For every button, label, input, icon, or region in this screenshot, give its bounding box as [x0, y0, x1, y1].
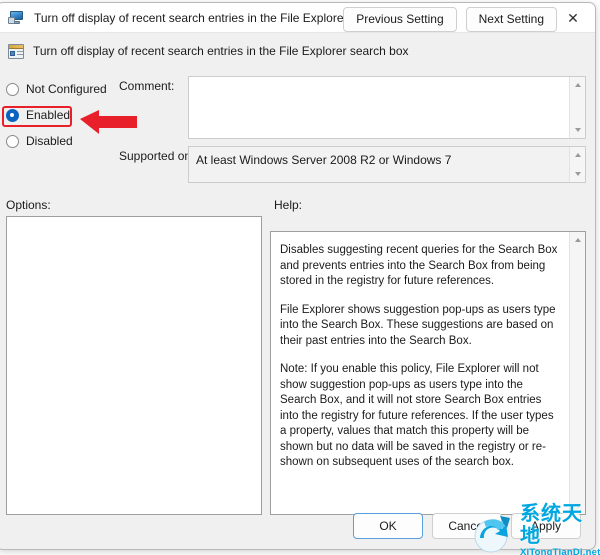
- scroll-up-icon[interactable]: [570, 233, 585, 247]
- supported-on-label: Supported on:: [119, 149, 195, 163]
- previous-setting-button[interactable]: Previous Setting: [343, 7, 457, 32]
- apply-button[interactable]: Apply: [511, 513, 581, 539]
- radio-not-configured[interactable]: Not Configured: [6, 79, 114, 99]
- group-policy-setting-icon: [8, 43, 24, 59]
- comment-input[interactable]: [189, 77, 569, 138]
- options-panel[interactable]: [6, 216, 262, 515]
- radio-disabled[interactable]: Disabled: [6, 131, 114, 151]
- radio-label: Disabled: [26, 134, 73, 148]
- help-scrollbar[interactable]: [569, 232, 585, 514]
- supported-on-box: At least Windows Server 2008 R2 or Windo…: [188, 146, 586, 183]
- group-policy-setting-dialog: Turn off display of recent search entrie…: [0, 2, 596, 550]
- help-paragraph: Note: If you enable this policy, File Ex…: [280, 363, 554, 468]
- help-text: Disables suggesting recent queries for t…: [271, 232, 569, 514]
- next-setting-button[interactable]: Next Setting: [465, 7, 557, 32]
- comment-label: Comment:: [119, 79, 175, 93]
- supported-on-value: At least Windows Server 2008 R2 or Windo…: [196, 153, 452, 167]
- close-icon: ✕: [567, 9, 579, 26]
- dialog-footer-buttons: OK Cancel Apply: [353, 513, 581, 539]
- radio-enabled[interactable]: Enabled: [6, 105, 114, 125]
- scroll-up-icon[interactable]: [570, 78, 585, 92]
- help-paragraph: Disables suggesting recent queries for t…: [280, 244, 558, 287]
- monitor-policy-icon: [8, 10, 25, 26]
- setting-nav-buttons: Previous Setting Next Setting: [343, 7, 557, 32]
- radio-icon: [6, 82, 19, 96]
- help-panel: Disables suggesting recent queries for t…: [270, 231, 586, 515]
- state-radio-group: Not Configured Enabled Disabled: [6, 79, 114, 157]
- help-paragraph: File Explorer shows suggestion pop-ups a…: [280, 303, 556, 347]
- radio-selected-icon: [6, 108, 19, 122]
- setting-title: Turn off display of recent search entrie…: [33, 44, 409, 58]
- radio-label: Enabled: [26, 108, 71, 122]
- comment-scrollbar[interactable]: [569, 77, 585, 138]
- supported-scrollbar[interactable]: [569, 147, 585, 182]
- radio-icon: [6, 134, 19, 148]
- options-label: Options:: [6, 198, 51, 212]
- setting-header: Turn off display of recent search entrie…: [0, 34, 595, 68]
- ok-button[interactable]: OK: [353, 513, 423, 539]
- close-button[interactable]: ✕: [551, 3, 595, 33]
- comment-box[interactable]: [188, 76, 586, 139]
- scroll-down-icon[interactable]: [570, 123, 585, 137]
- screenshot-root: Turn off display of recent search entrie…: [0, 0, 600, 555]
- scroll-up-icon[interactable]: [570, 148, 585, 162]
- scroll-down-icon[interactable]: [570, 499, 585, 513]
- help-label: Help:: [274, 198, 303, 212]
- radio-label: Not Configured: [26, 82, 107, 96]
- cancel-button[interactable]: Cancel: [432, 513, 502, 539]
- scroll-down-icon[interactable]: [570, 167, 585, 181]
